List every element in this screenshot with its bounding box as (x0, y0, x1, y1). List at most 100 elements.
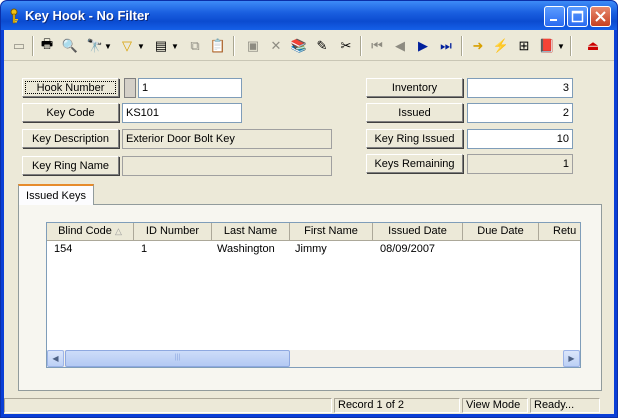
issued-field[interactable]: 2 (467, 103, 573, 123)
first-record-icon: ⏮ (371, 38, 383, 53)
window-title: Key Hook - No Filter (25, 8, 150, 23)
scroll-left-button[interactable]: ◀ (47, 350, 64, 367)
scroll-right-button[interactable]: ▶ (563, 350, 580, 367)
toolbar: ▭ 🖶 🔍 🔭 ▼ ▽ ▼ ▤ ▼ ⧉ 📋 ▣ ✕ 📚 ✎ ✂ ⏮ ◀ ▶ ⏭ … (4, 30, 614, 61)
print-button[interactable]: 🖶 (36, 35, 58, 57)
report-icon: ▤ (154, 38, 168, 53)
go-button[interactable]: ➜ (467, 35, 489, 57)
save-icon: ▣ (246, 38, 260, 53)
toolbar-separator (233, 36, 235, 56)
key-code-field[interactable]: KS101 (122, 103, 242, 123)
previous-record-button[interactable]: ◀ (389, 35, 411, 57)
new-button[interactable]: ▭ (8, 35, 30, 57)
key-code-button[interactable]: Key Code (22, 103, 119, 122)
column-header-last-name[interactable]: Last Name (212, 223, 290, 240)
last-record-icon: ⏭ (440, 38, 452, 53)
key-icon (10, 8, 18, 24)
books-dropdown[interactable]: ▼ (557, 35, 565, 57)
exit-icon: ⏏ (586, 38, 600, 53)
minimize-button[interactable] (544, 6, 565, 27)
issued-keys-grid[interactable]: Blind Code △ ID Number Last Name First N… (46, 222, 581, 368)
tab-issued-keys[interactable]: Issued Keys (18, 184, 94, 205)
key-description-button[interactable]: Key Description (22, 129, 119, 148)
column-header-due-date[interactable]: Due Date (463, 223, 539, 240)
key-ring-issued-field[interactable]: 10 (467, 129, 573, 149)
lightning-button[interactable]: ⚡ (490, 35, 512, 57)
books-button[interactable]: 📕 (536, 35, 558, 57)
maximize-button[interactable] (567, 6, 588, 27)
column-header-id-number[interactable]: ID Number (134, 223, 212, 240)
issued-button[interactable]: Issued (366, 103, 463, 122)
status-record: Record 1 of 2 (334, 398, 460, 413)
scroll-thumb[interactable]: ||| (65, 350, 290, 367)
maximize-icon (571, 10, 584, 23)
inventory-button[interactable]: Inventory (366, 78, 463, 97)
minimize-icon (550, 19, 557, 21)
lookup-button[interactable]: ⊞ (513, 35, 535, 57)
edit-button[interactable]: ✎ (311, 35, 333, 57)
cell-first-name: Jimmy (295, 243, 327, 255)
find-icon: 🔭 (86, 38, 104, 53)
close-icon (595, 11, 606, 22)
inventory-field[interactable]: 3 (467, 78, 573, 98)
resize-grip[interactable] (602, 398, 614, 413)
copy-button[interactable]: ⧉ (184, 35, 206, 57)
print-icon: 🖶 (40, 36, 54, 51)
new-icon: ▭ (12, 38, 26, 53)
add-record-button[interactable]: 📚 (288, 35, 310, 57)
sort-ascending-icon: △ (114, 226, 122, 236)
cell-last-name: Washington (217, 243, 275, 255)
hook-number-button[interactable]: Hook Number (22, 78, 119, 97)
cell-id-number: 1 (141, 243, 148, 255)
title-bar[interactable]: Key Hook - No Filter (1, 1, 617, 30)
status-panel-empty (4, 398, 332, 413)
print-preview-button[interactable]: 🔍 (59, 35, 81, 57)
horizontal-scrollbar[interactable]: ◀ ||| ▶ (47, 350, 580, 367)
cell-issued-date: 08/09/2007 (380, 243, 436, 255)
lookup-icon: ⊞ (518, 38, 530, 53)
save-button[interactable]: ▣ (242, 35, 264, 57)
report-button[interactable]: ▤ (150, 35, 172, 57)
delete-icon: ✕ (270, 38, 282, 53)
next-record-button[interactable]: ▶ (412, 35, 434, 57)
print-preview-icon: 🔍 (61, 38, 79, 53)
find-dropdown[interactable]: ▼ (104, 35, 112, 57)
report-dropdown[interactable]: ▼ (171, 35, 179, 57)
first-record-button[interactable]: ⏮ (366, 35, 388, 57)
column-header-first-name[interactable]: First Name (290, 223, 373, 240)
filter-dropdown[interactable]: ▼ (137, 35, 145, 57)
key-ring-name-button[interactable]: Key Ring Name (22, 156, 119, 175)
keys-remaining-button[interactable]: Keys Remaining (366, 154, 463, 173)
key-description-field[interactable]: Exterior Door Bolt Key (122, 129, 332, 149)
filter-button[interactable]: ▽ (116, 35, 138, 57)
paste-button[interactable]: 📋 (207, 35, 229, 57)
edit-icon: ✎ (316, 38, 328, 53)
lightning-icon: ⚡ (492, 38, 510, 53)
close-button[interactable] (590, 6, 611, 27)
toolbar-separator (461, 36, 463, 56)
exit-button[interactable]: ⏏ (582, 35, 604, 57)
key-ring-issued-button[interactable]: Key Ring Issued (366, 129, 463, 148)
toolbar-separator (32, 36, 34, 56)
cut-icon: ✂ (340, 38, 352, 53)
hook-number-field[interactable]: 1 (138, 78, 242, 98)
keys-remaining-field[interactable]: 1 (467, 154, 573, 174)
status-state: Ready... (530, 398, 600, 413)
filter-icon: ▽ (122, 38, 132, 53)
column-header-blind-code[interactable]: Blind Code △ (47, 223, 134, 240)
record-selector[interactable] (124, 78, 136, 98)
find-button[interactable]: 🔭 (84, 35, 106, 57)
toolbar-separator (360, 36, 362, 56)
column-header-issued-date[interactable]: Issued Date (373, 223, 463, 240)
last-record-button[interactable]: ⏭ (435, 35, 457, 57)
next-record-icon: ▶ (418, 38, 428, 53)
cut-button[interactable]: ✂ (335, 35, 357, 57)
key-ring-name-field[interactable] (122, 156, 332, 176)
status-bar: Record 1 of 2 View Mode Ready... (4, 397, 614, 414)
toolbar-separator (570, 36, 572, 56)
delete-button[interactable]: ✕ (265, 35, 287, 57)
previous-record-icon: ◀ (395, 38, 405, 53)
add-record-icon: 📚 (290, 38, 308, 53)
column-header-return[interactable]: Retu (539, 223, 580, 240)
cell-blind-code: 154 (54, 243, 73, 255)
